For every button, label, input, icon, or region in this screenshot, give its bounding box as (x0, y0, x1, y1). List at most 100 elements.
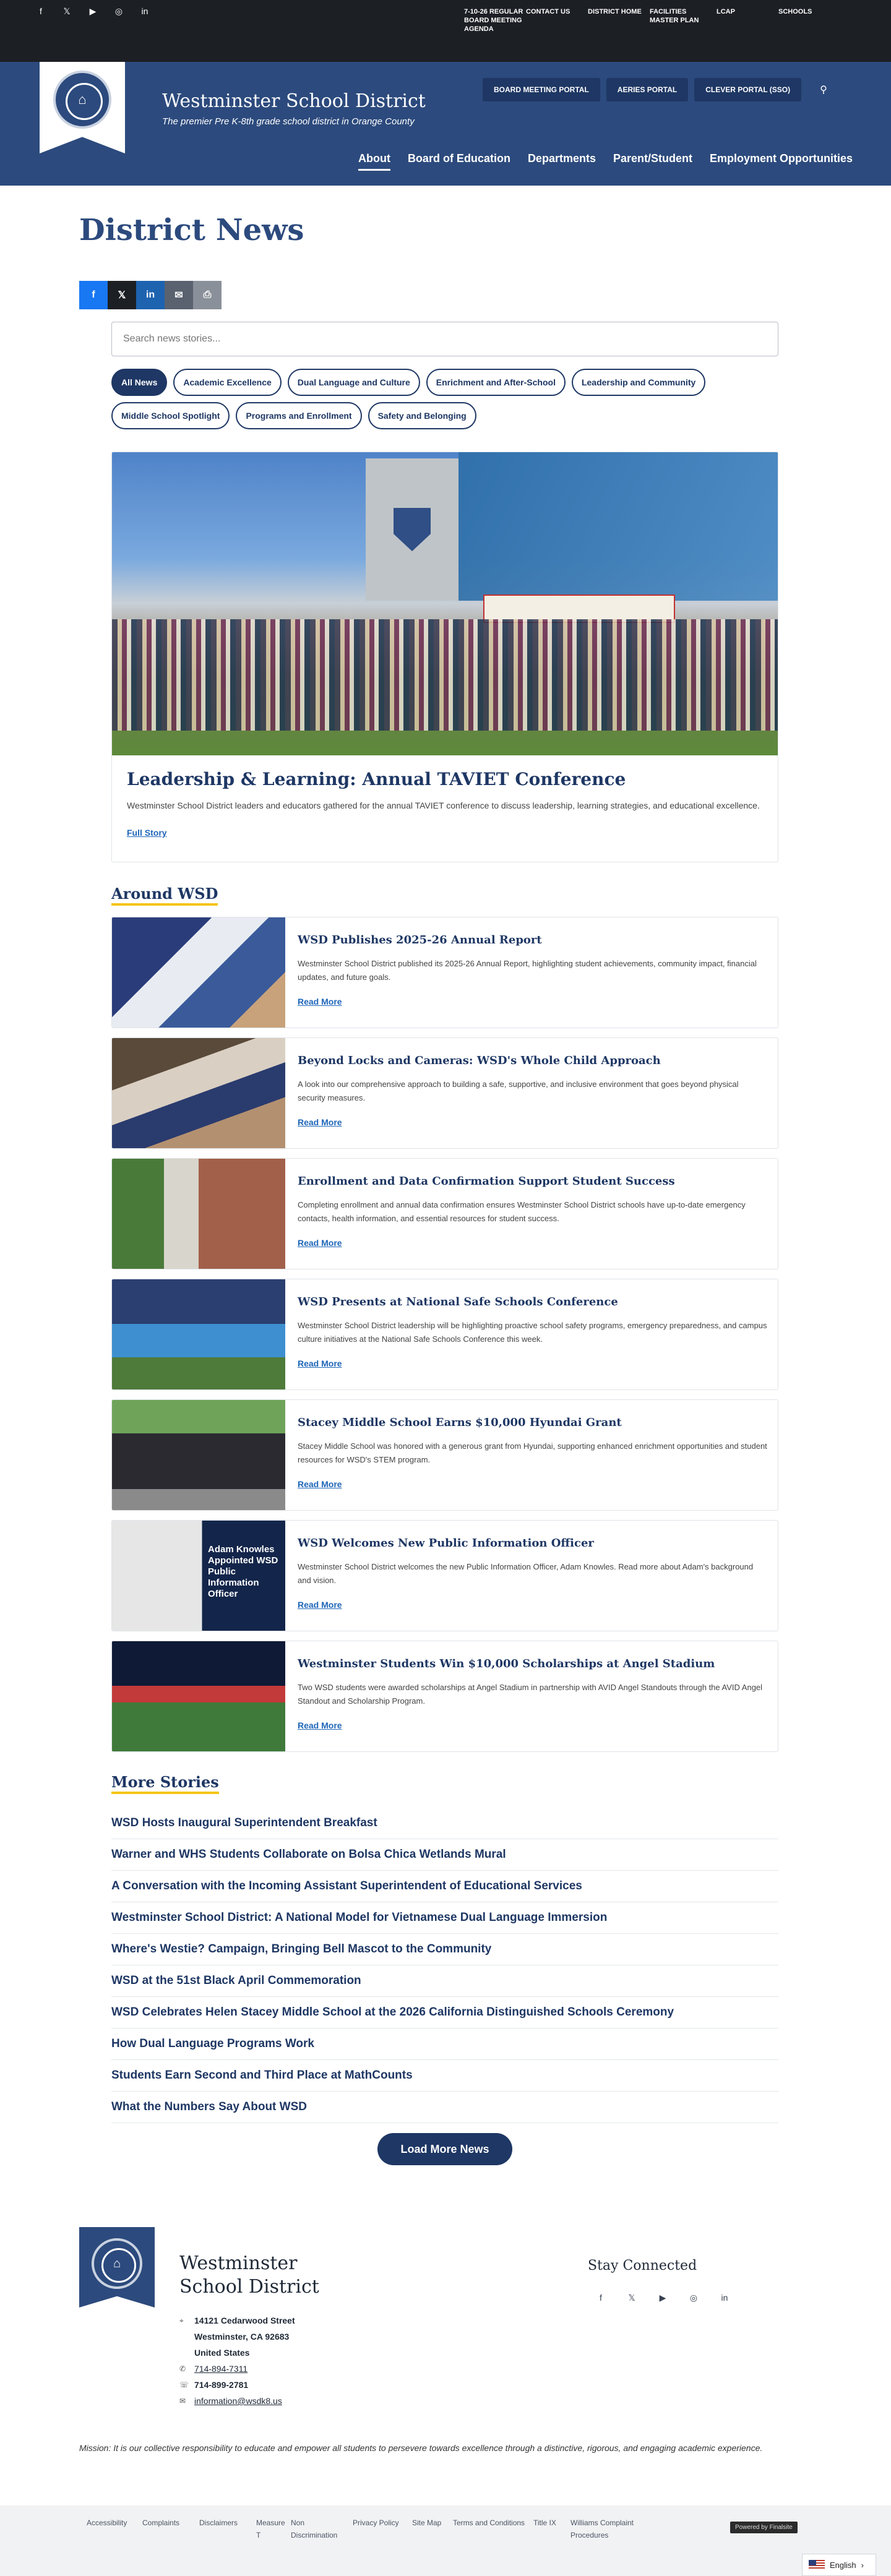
filter-programs-enrollment[interactable]: Programs and Enrollment (236, 402, 362, 429)
news-card-title[interactable]: WSD Presents at National Safe Schools Co… (298, 1295, 618, 1308)
filter-middle-school[interactable]: Middle School Spotlight (111, 402, 230, 429)
news-card-image[interactable] (112, 1159, 285, 1269)
legal-link-privacy[interactable]: Privacy Policy (353, 2517, 412, 2541)
facebook-icon[interactable]: f (594, 2293, 608, 2303)
utility-link-schools[interactable]: SCHOOLS (778, 7, 840, 33)
board-meeting-portal-button[interactable]: BOARD MEETING PORTAL (483, 78, 600, 101)
twitter-icon[interactable]: 𝕏 (625, 2293, 639, 2303)
news-card-image[interactable] (112, 1279, 285, 1389)
more-story-link[interactable]: Westminster School District: A National … (111, 1902, 778, 1934)
linkedin-icon[interactable]: in (139, 6, 151, 17)
nav-about[interactable]: About (358, 152, 390, 171)
read-more-link[interactable]: Read More (298, 1359, 342, 1368)
nav-departments[interactable]: Departments (528, 152, 596, 171)
read-more-link[interactable]: Read More (298, 1117, 342, 1127)
more-story-link[interactable]: WSD Hosts Inaugural Superintendent Break… (111, 1808, 778, 1839)
legal-link-site-map[interactable]: Site Map (412, 2517, 453, 2541)
legal-link-terms[interactable]: Terms and Conditions (453, 2517, 533, 2541)
shield-icon (394, 508, 431, 551)
more-story-link[interactable]: Warner and WHS Students Collaborate on B… (111, 1839, 778, 1871)
share-linkedin-icon[interactable]: in (136, 281, 165, 309)
utility-link-lcap[interactable]: LCAP (717, 7, 778, 33)
news-card-image[interactable] (112, 917, 285, 1028)
footer-phone-link[interactable]: 714-894-7311 (194, 2361, 248, 2377)
news-search-input[interactable] (111, 322, 778, 356)
legal-link-non-discrimination[interactable]: Non Discrimination (291, 2517, 353, 2541)
footer-email-link[interactable]: information@wsdk8.us (194, 2393, 282, 2409)
clever-portal-button[interactable]: CLEVER PORTAL (SSO) (694, 78, 802, 101)
share-x-icon[interactable]: 𝕏 (108, 281, 136, 309)
search-icon[interactable]: ⚲ (820, 84, 827, 96)
share-email-icon[interactable]: ✉ (165, 281, 193, 309)
read-more-link[interactable]: Read More (298, 1479, 342, 1489)
filter-all-news[interactable]: All News (111, 369, 168, 396)
news-card-excerpt: Completing enrollment and annual data co… (298, 1200, 746, 1223)
read-more-link[interactable]: Read More (298, 1720, 342, 1730)
filter-academic-excellence[interactable]: Academic Excellence (173, 369, 282, 396)
news-card: Stacey Middle School Earns $10,000 Hyund… (111, 1399, 778, 1511)
news-card: Beyond Locks and Cameras: WSD's Whole Ch… (111, 1037, 778, 1149)
more-story-link[interactable]: Students Earn Second and Third Place at … (111, 2060, 778, 2092)
news-card-image[interactable] (112, 1641, 285, 1751)
more-story-link[interactable]: How Dual Language Programs Work (111, 2029, 778, 2060)
site-header: ⌂ Westminster School District The premie… (0, 62, 891, 186)
read-more-link[interactable]: Read More (298, 997, 342, 1007)
legal-link-williams[interactable]: Williams Complaint Procedures (570, 2517, 651, 2541)
more-story-link[interactable]: WSD Celebrates Helen Stacey Middle Schoo… (111, 1997, 778, 2029)
print-icon[interactable]: ⎙ (193, 281, 222, 309)
nav-employment[interactable]: Employment Opportunities (710, 152, 853, 171)
news-card-title[interactable]: Enrollment and Data Confirmation Support… (298, 1175, 675, 1188)
utility-link-contact[interactable]: CONTACT US (526, 7, 588, 33)
instagram-icon[interactable]: ◎ (687, 2293, 700, 2303)
read-more-link[interactable]: Read More (298, 1600, 342, 1610)
instagram-icon[interactable]: ◎ (113, 6, 125, 17)
utility-link-facilities[interactable]: FACILITIES MASTER PLAN (650, 7, 717, 33)
nav-board-of-education[interactable]: Board of Education (408, 152, 510, 171)
nav-parent-student[interactable]: Parent/Student (613, 152, 692, 171)
youtube-icon[interactable]: ▶ (656, 2293, 669, 2303)
facebook-icon[interactable]: f (35, 6, 47, 17)
more-story-link[interactable]: WSD at the 51st Black April Commemoratio… (111, 1965, 778, 1997)
news-card-title[interactable]: WSD Welcomes New Public Information Offi… (298, 1537, 594, 1550)
filter-leadership[interactable]: Leadership and Community (571, 369, 706, 396)
more-story-link[interactable]: What the Numbers Say About WSD (111, 2092, 778, 2123)
more-story-link[interactable]: Where's Westie? Campaign, Bringing Bell … (111, 1934, 778, 1965)
share-facebook-icon[interactable]: f (79, 281, 108, 309)
aeries-portal-button[interactable]: AERIES PORTAL (606, 78, 689, 101)
phone-icon: ✆ (179, 2364, 186, 2373)
featured-story-title[interactable]: Leadership & Learning: Annual TAVIET Con… (127, 769, 763, 789)
news-card-title[interactable]: Westminster Students Win $10,000 Scholar… (298, 1657, 715, 1670)
powered-by-finalsite[interactable]: Powered by Finalsite (730, 2522, 798, 2533)
more-story-link[interactable]: A Conversation with the Incoming Assista… (111, 1871, 778, 1902)
utility-link-board-agenda[interactable]: 7-10-26 REGULAR BOARD MEETING AGENDA (464, 7, 526, 33)
news-card-title[interactable]: Stacey Middle School Earns $10,000 Hyund… (298, 1416, 622, 1429)
district-logo[interactable]: ⌂ (40, 62, 125, 153)
read-more-link[interactable]: Read More (298, 1238, 342, 1248)
filter-enrichment[interactable]: Enrichment and After-School (426, 369, 566, 396)
load-more-button[interactable]: Load More News (377, 2133, 512, 2165)
filter-dual-language[interactable]: Dual Language and Culture (287, 369, 420, 396)
legal-link-accessibility[interactable]: Accessibility (87, 2517, 142, 2541)
site-title[interactable]: Westminster School District (162, 90, 426, 112)
news-card-image[interactable] (112, 1400, 285, 1510)
filter-safety-belonging[interactable]: Safety and Belonging (368, 402, 476, 429)
legal-link-title-ix[interactable]: Title IX (533, 2517, 570, 2541)
featured-story-image[interactable] (112, 452, 778, 755)
twitter-icon[interactable]: 𝕏 (61, 6, 73, 17)
footer-fax: 714-899-2781 (194, 2380, 249, 2390)
linkedin-icon[interactable]: in (718, 2293, 731, 2303)
building-facade (366, 458, 458, 601)
language-selector[interactable]: English › (802, 2554, 876, 2576)
legal-link-disclaimers[interactable]: Disclaimers (199, 2517, 256, 2541)
legal-link-measure-t[interactable]: Measure T (256, 2517, 291, 2541)
news-card-title[interactable]: Beyond Locks and Cameras: WSD's Whole Ch… (298, 1054, 661, 1067)
legal-link-complaints[interactable]: Complaints (142, 2517, 199, 2541)
youtube-icon[interactable]: ▶ (87, 6, 99, 17)
news-card-image[interactable] (112, 1038, 285, 1148)
location-icon: ⌖ (179, 2316, 184, 2325)
news-card-title[interactable]: WSD Publishes 2025-26 Annual Report (298, 934, 542, 947)
featured-full-story-link[interactable]: Full Story (127, 828, 167, 838)
news-card-image[interactable]: Adam Knowles Appointed WSD Public Inform… (112, 1521, 285, 1631)
utility-link-district-home[interactable]: DISTRICT HOME (588, 7, 650, 33)
footer-logo[interactable]: ⌂ (79, 2227, 155, 2308)
